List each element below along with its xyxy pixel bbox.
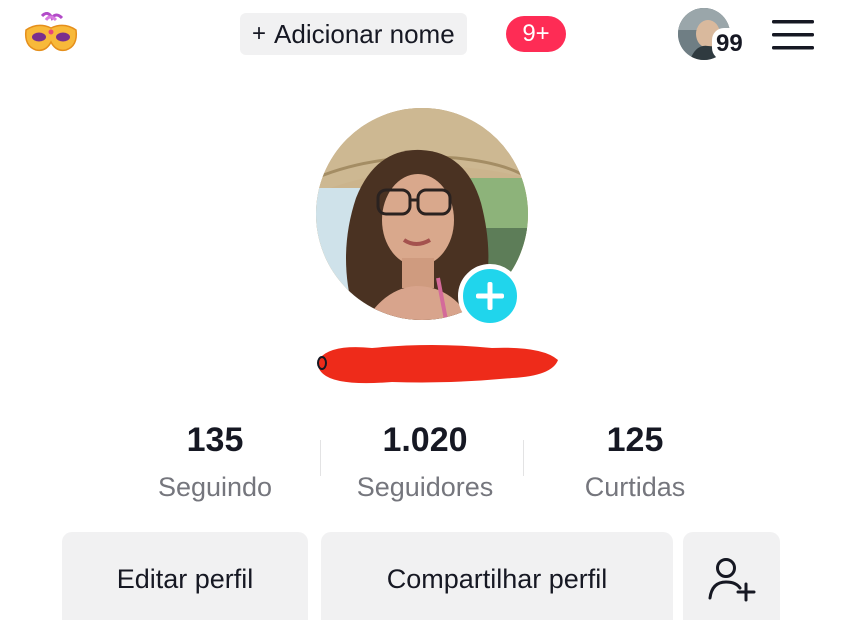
stat-likes: 125 Curtidas <box>530 418 740 504</box>
likes-count: 125 <box>606 421 664 459</box>
stat-following[interactable]: 135 Seguindo <box>110 418 320 504</box>
plus-icon: + <box>252 20 267 47</box>
add-friend-button[interactable] <box>683 532 780 620</box>
following-label: Seguindo <box>157 472 273 502</box>
edit-profile-button[interactable]: Editar perfil <box>62 532 308 620</box>
add-friend-icon <box>708 558 755 602</box>
add-name-button[interactable]: + Adicionar nome <box>240 13 467 55</box>
followers-count: 1.020 <box>382 421 468 459</box>
share-profile-button[interactable]: Compartilhar perfil <box>321 532 673 620</box>
add-photo-button[interactable] <box>458 264 522 328</box>
party-mask-icon[interactable] <box>22 12 80 56</box>
profile-screen: + Adicionar nome 9+ 99 135 Seguindo 1.02… <box>0 0 851 620</box>
stat-divider <box>523 440 524 476</box>
add-photo-plus-icon <box>476 282 504 310</box>
profile-stats: 135 Seguindo 1.020 Seguidores 125 Curtid… <box>110 418 740 504</box>
likes-label: Curtidas <box>584 472 686 502</box>
hamburger-menu-icon[interactable] <box>770 18 816 52</box>
stat-divider <box>320 440 321 476</box>
username-redaction <box>317 345 558 384</box>
followers-label: Seguidores <box>356 472 494 502</box>
friend-story-count: 99 <box>712 28 747 60</box>
following-count: 135 <box>186 421 244 459</box>
stat-followers[interactable]: 1.020 Seguidores <box>320 418 530 504</box>
notification-badge[interactable]: 9+ <box>506 16 566 52</box>
add-name-label: Adicionar nome <box>274 18 455 49</box>
